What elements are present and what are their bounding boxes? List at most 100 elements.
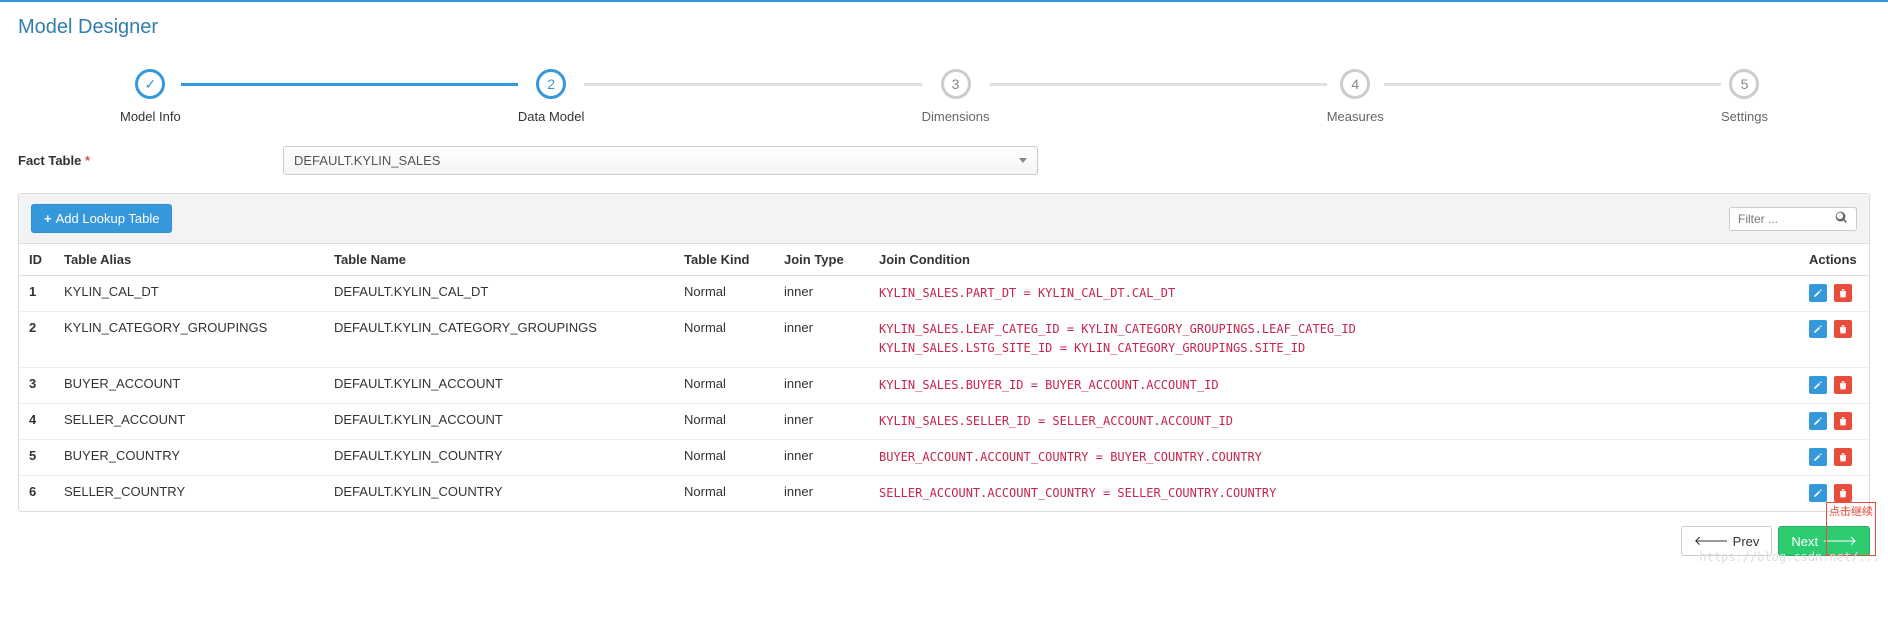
cell-id: 4 [19, 403, 54, 439]
col-kind: Table Kind [674, 244, 774, 276]
step-dimensions[interactable]: 3 Dimensions [922, 69, 990, 124]
table-header-row: ID Table Alias Table Name Table Kind Joi… [19, 244, 1869, 276]
cell-alias: SELLER_ACCOUNT [54, 403, 324, 439]
cell-actions [1799, 367, 1869, 403]
delete-button[interactable] [1834, 484, 1852, 502]
fact-table-row: Fact Table * DEFAULT.KYLIN_SALES [0, 134, 1888, 187]
step-label: Data Model [518, 109, 584, 124]
label-text: Fact Table [18, 153, 81, 168]
filter-box[interactable] [1729, 207, 1857, 231]
cell-kind: Normal [674, 476, 774, 512]
check-icon: ✓ [135, 69, 165, 99]
cell-alias: BUYER_ACCOUNT [54, 367, 324, 403]
edit-button[interactable] [1809, 484, 1827, 502]
annotation-text: 点击继续 [1829, 503, 1873, 519]
cell-condition: KYLIN_SALES.LEAF_CATEG_ID = KYLIN_CATEGO… [869, 312, 1799, 367]
col-condition: Join Condition [869, 244, 1799, 276]
cell-kind: Normal [674, 439, 774, 475]
page-title: Model Designer [0, 2, 1888, 49]
filter-input[interactable] [1738, 212, 1835, 226]
col-id: ID [19, 244, 54, 276]
step-connector [990, 83, 1327, 86]
table-row: 5 BUYER_COUNTRY DEFAULT.KYLIN_COUNTRY No… [19, 439, 1869, 475]
search-icon [1835, 211, 1848, 227]
lookup-panel: + Add Lookup Table ID Table Alias Table … [18, 193, 1870, 512]
col-actions: Actions [1799, 244, 1869, 276]
cell-name: DEFAULT.KYLIN_COUNTRY [324, 439, 674, 475]
edit-button[interactable] [1809, 448, 1827, 466]
step-measures[interactable]: 4 Measures [1327, 69, 1384, 124]
step-connector [584, 83, 921, 86]
step-label: Dimensions [922, 109, 990, 124]
chevron-down-icon [1019, 158, 1027, 163]
delete-button[interactable] [1834, 412, 1852, 430]
edit-button[interactable] [1809, 412, 1827, 430]
cell-alias: KYLIN_CAL_DT [54, 276, 324, 312]
step-label: Settings [1721, 109, 1768, 124]
wizard-stepper: ✓ Model Info 2 Data Model 3 Dimensions 4… [0, 49, 1888, 134]
panel-header: + Add Lookup Table [19, 194, 1869, 244]
cell-join: inner [774, 312, 869, 367]
cell-condition: KYLIN_SALES.SELLER_ID = SELLER_ACCOUNT.A… [869, 403, 1799, 439]
step-number-icon: 4 [1340, 69, 1370, 99]
button-label: Next [1791, 534, 1818, 549]
cell-join: inner [774, 476, 869, 512]
step-number-icon: 3 [941, 69, 971, 99]
cell-id: 5 [19, 439, 54, 475]
add-lookup-button[interactable]: + Add Lookup Table [31, 204, 172, 233]
table-row: 2 KYLIN_CATEGORY_GROUPINGS DEFAULT.KYLIN… [19, 312, 1869, 367]
fact-table-label: Fact Table * [18, 153, 283, 168]
delete-button[interactable] [1834, 448, 1852, 466]
cell-alias: SELLER_COUNTRY [54, 476, 324, 512]
arrow-left-icon: 🡐 [1694, 533, 1729, 549]
select-value: DEFAULT.KYLIN_SALES [294, 153, 440, 168]
cell-name: DEFAULT.KYLIN_COUNTRY [324, 476, 674, 512]
cell-actions [1799, 439, 1869, 475]
fact-table-select[interactable]: DEFAULT.KYLIN_SALES [283, 146, 1038, 175]
delete-button[interactable] [1834, 376, 1852, 394]
cell-alias: BUYER_COUNTRY [54, 439, 324, 475]
button-label: Prev [1733, 534, 1760, 549]
cell-condition: SELLER_ACCOUNT.ACCOUNT_COUNTRY = SELLER_… [869, 476, 1799, 512]
step-model-info[interactable]: ✓ Model Info [120, 69, 181, 124]
cell-name: DEFAULT.KYLIN_ACCOUNT [324, 403, 674, 439]
delete-button[interactable] [1834, 320, 1852, 338]
table-row: 4 SELLER_ACCOUNT DEFAULT.KYLIN_ACCOUNT N… [19, 403, 1869, 439]
cell-name: DEFAULT.KYLIN_CAL_DT [324, 276, 674, 312]
annotation-box: 点击继续 [1826, 502, 1876, 556]
cell-condition: BUYER_ACCOUNT.ACCOUNT_COUNTRY = BUYER_CO… [869, 439, 1799, 475]
cell-id: 1 [19, 276, 54, 312]
step-data-model[interactable]: 2 Data Model [518, 69, 584, 124]
wizard-footer: 🡐 Prev Next 🡒 点击继续 https://blog.csdn.net… [0, 512, 1888, 570]
table-row: 1 KYLIN_CAL_DT DEFAULT.KYLIN_CAL_DT Norm… [19, 276, 1869, 312]
step-settings[interactable]: 5 Settings [1721, 69, 1768, 124]
cell-kind: Normal [674, 403, 774, 439]
cell-id: 3 [19, 367, 54, 403]
edit-button[interactable] [1809, 376, 1827, 394]
required-asterisk-icon: * [85, 153, 90, 168]
col-alias: Table Alias [54, 244, 324, 276]
step-label: Measures [1327, 109, 1384, 124]
cell-join: inner [774, 276, 869, 312]
cell-join: inner [774, 439, 869, 475]
edit-button[interactable] [1809, 320, 1827, 338]
step-label: Model Info [120, 109, 181, 124]
cell-kind: Normal [674, 367, 774, 403]
button-label: Add Lookup Table [56, 211, 160, 226]
delete-button[interactable] [1834, 284, 1852, 302]
cell-alias: KYLIN_CATEGORY_GROUPINGS [54, 312, 324, 367]
table-row: 3 BUYER_ACCOUNT DEFAULT.KYLIN_ACCOUNT No… [19, 367, 1869, 403]
cell-kind: Normal [674, 276, 774, 312]
cell-id: 2 [19, 312, 54, 367]
cell-join: inner [774, 403, 869, 439]
step-connector [181, 83, 518, 86]
cell-id: 6 [19, 476, 54, 512]
cell-actions [1799, 403, 1869, 439]
edit-button[interactable] [1809, 284, 1827, 302]
plus-icon: + [44, 211, 52, 226]
cell-condition: KYLIN_SALES.BUYER_ID = BUYER_ACCOUNT.ACC… [869, 367, 1799, 403]
cell-actions [1799, 312, 1869, 367]
lookup-table: ID Table Alias Table Name Table Kind Joi… [19, 244, 1869, 511]
step-number-icon: 5 [1729, 69, 1759, 99]
step-number-icon: 2 [536, 69, 566, 99]
